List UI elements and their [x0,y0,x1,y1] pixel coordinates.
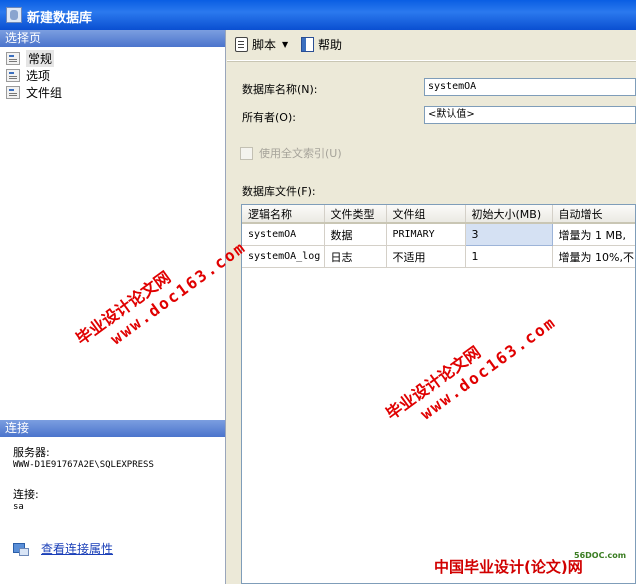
table-row[interactable]: systemOA 数据 PRIMARY 3 增量为 1 MB, [242,222,635,246]
brand-watermark: 中国毕业设计(论文)网 [434,558,583,576]
col-filegroup[interactable]: 文件组 [386,205,466,224]
right-panel: 脚本 ▼ 帮助 数据库名称(N): systemOA 所有者(O): <默认值>… [227,30,636,584]
toolbar: 脚本 ▼ 帮助 [227,30,636,61]
page-icon [6,69,20,82]
table-row[interactable]: systemOA_log 日志 不适用 1 增量为 10%,不 [242,245,635,268]
cell-initial-size[interactable]: 3 [464,222,553,246]
cell-filegroup[interactable]: PRIMARY [386,223,466,246]
page-item-options[interactable]: 选项 [6,67,225,84]
cell-file-type[interactable]: 数据 [324,223,387,246]
fulltext-label: 使用全文索引(U) [259,147,342,160]
col-initial-size[interactable]: 初始大小(MB) [465,205,553,224]
page-label: 选项 [26,69,51,83]
page-label: 文件组 [26,86,63,100]
chevron-down-icon[interactable]: ▼ [282,40,288,49]
connection-section: 连接 服务器: WWW-D1E91767A2E\SQLEXPRESS 连接: s… [0,420,225,557]
connection-header: 连接 [0,420,225,437]
col-file-type[interactable]: 文件类型 [324,205,387,224]
col-logical-name[interactable]: 逻辑名称 [242,205,325,224]
cell-initial-size[interactable]: 1 [465,245,553,268]
db-name-label: 数据库名称(N): [242,83,318,96]
connection-label: 连接: [13,488,39,501]
view-connection-properties[interactable]: 查看连接属性 [13,540,225,557]
script-icon [235,37,248,52]
fulltext-checkbox-row[interactable]: 使用全文索引(U) [240,145,342,161]
view-connection-properties-link[interactable]: 查看连接属性 [41,540,113,557]
col-autogrowth[interactable]: 自动增长 [552,205,635,224]
help-button[interactable]: 帮助 [301,36,342,53]
owner-label: 所有者(O): [242,111,296,124]
script-label: 脚本 [252,38,277,52]
pages-header: 选择页 [0,30,225,47]
window-title: 新建数据库 [27,11,93,26]
db-name-input[interactable]: systemOA [424,78,636,96]
page-item-general[interactable]: 常规 [6,50,225,67]
left-panel: 选择页 常规 选项 文件组 连接 服务器: WWW-D1E91767A2E\SQ… [0,30,226,584]
database-files-grid[interactable]: 逻辑名称 文件类型 文件组 初始大小(MB) 自动增长 systemOA 数据 … [241,204,636,584]
server-value: WWW-D1E91767A2E\SQLEXPRESS [13,460,154,470]
cell-autogrowth[interactable]: 增量为 1 MB, [552,223,635,246]
help-icon [301,37,314,52]
server-label: 服务器: [13,446,50,459]
database-icon [6,7,22,23]
connection-value: sa [13,502,24,512]
page-icon [6,86,20,99]
page-item-filegroups[interactable]: 文件组 [6,84,225,101]
owner-input[interactable]: <默认值> [424,106,636,124]
help-label: 帮助 [318,38,343,52]
page-icon [6,52,20,65]
cell-logical-name[interactable]: systemOA_log [242,245,325,268]
page-label: 常规 [26,50,55,67]
window-titlebar[interactable]: 新建数据库 [0,0,636,30]
brand-site: 56DOC.com [574,551,627,560]
cell-autogrowth[interactable]: 增量为 10%,不 [552,245,635,268]
script-button[interactable]: 脚本 ▼ [235,36,288,53]
cell-filegroup[interactable]: 不适用 [386,245,466,268]
files-label: 数据库文件(F): [242,185,316,198]
fulltext-checkbox[interactable] [240,146,253,160]
cell-file-type[interactable]: 日志 [324,245,387,268]
grid-header-row: 逻辑名称 文件类型 文件组 初始大小(MB) 自动增长 [242,205,635,224]
connection-properties-icon [13,542,29,556]
cell-logical-name[interactable]: systemOA [242,223,325,246]
page-list: 常规 选项 文件组 [0,47,225,101]
